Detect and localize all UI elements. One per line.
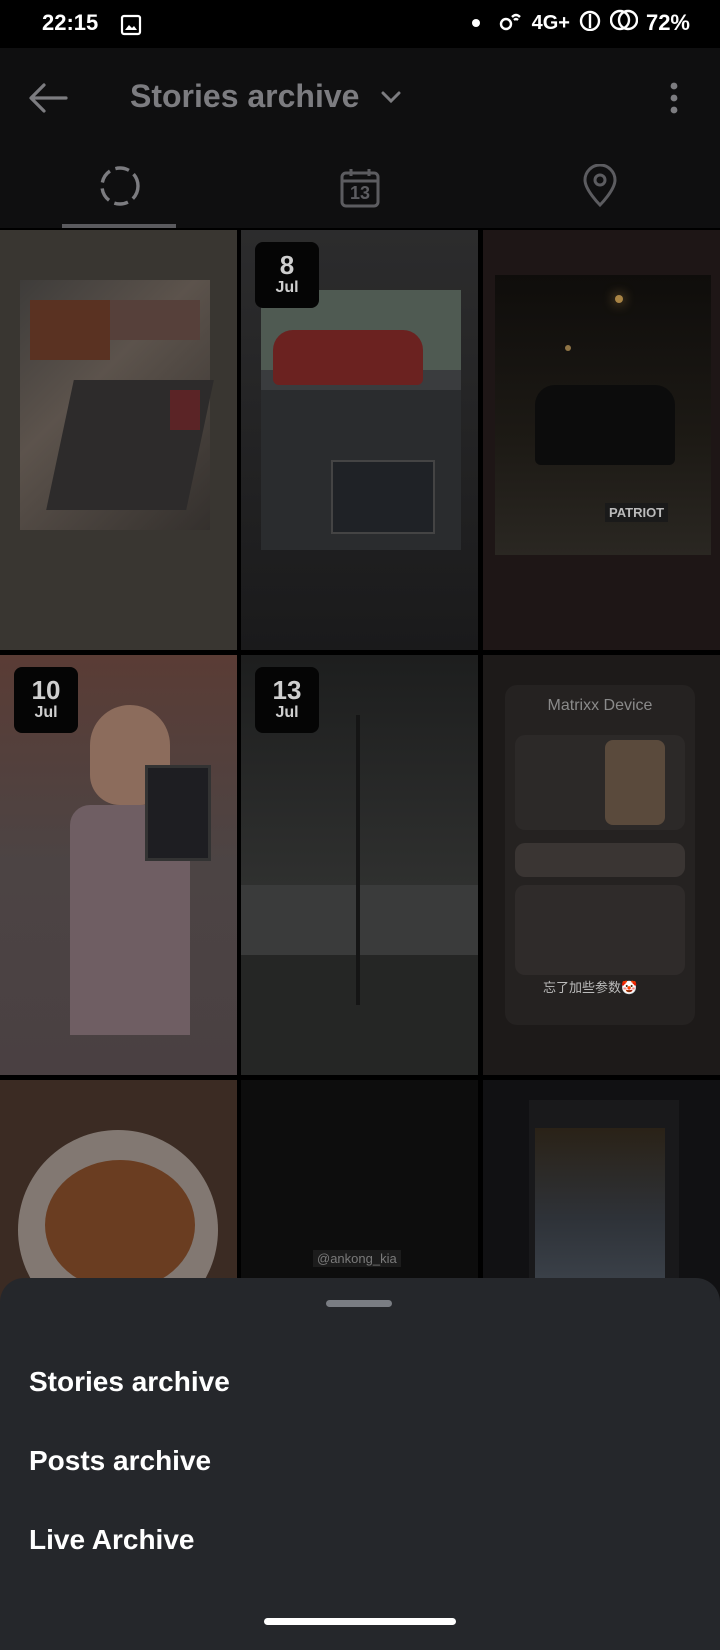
calendar-day: 13 — [349, 183, 371, 203]
tile-caption: @ankong_kia — [313, 1250, 401, 1267]
tile-caption: PATRIOT — [605, 503, 669, 522]
dual-sim-icon — [609, 9, 639, 37]
circle-dashed-icon — [98, 164, 142, 213]
story-tile[interactable]: 8 Jul — [241, 230, 478, 650]
tile-caption: 忘了加些参数🤡 — [543, 980, 638, 995]
badge-day: 13 — [272, 675, 302, 705]
home-gesture-pill[interactable] — [264, 1618, 456, 1625]
archive-tabs: 13 — [0, 148, 720, 228]
app-bar: Stories archive — [0, 48, 720, 148]
signal-icon — [578, 9, 602, 37]
tab-stories[interactable] — [0, 148, 240, 228]
story-tile[interactable] — [0, 230, 237, 650]
gallery-notification-icon — [120, 14, 142, 42]
battery-percent: 72% — [645, 10, 690, 35]
tab-map[interactable] — [480, 148, 720, 228]
wifi-calling-icon — [498, 9, 524, 37]
story-date-badge: 8 Jul — [255, 242, 319, 308]
calendar-icon: 13 — [338, 166, 382, 210]
menu-item-posts-archive[interactable]: Posts archive — [29, 1445, 211, 1477]
badge-month: Jul — [275, 279, 299, 296]
story-date-badge: 13 Jul — [255, 667, 319, 733]
tab-calendar[interactable]: 13 — [240, 148, 480, 228]
location-pin-icon — [580, 163, 620, 213]
story-tile[interactable]: 13 Jul — [241, 655, 478, 1075]
archive-type-sheet: Stories archive Posts archive Live Archi… — [0, 1278, 720, 1608]
status-bar: 22:15 4G+ 72% — [0, 0, 720, 48]
story-tile[interactable]: Matrixx Device 忘了加些参数🤡 — [483, 655, 720, 1075]
story-date-badge: 10 Jul — [14, 667, 78, 733]
sheet-drag-handle[interactable] — [326, 1300, 392, 1307]
story-tile[interactable]: PATRIOT — [483, 230, 720, 650]
badge-month: Jul — [34, 704, 58, 721]
network-type: 4G+ — [531, 11, 570, 34]
page-title[interactable]: Stories archive — [130, 78, 359, 115]
menu-item-live-archive[interactable]: Live Archive — [29, 1524, 194, 1556]
back-arrow-icon[interactable] — [26, 78, 70, 123]
chevron-down-icon[interactable] — [380, 90, 402, 109]
story-tile[interactable]: 10 Jul — [0, 655, 237, 1075]
menu-item-stories-archive[interactable]: Stories archive — [29, 1366, 230, 1398]
notification-dot-icon — [471, 19, 480, 27]
badge-month: Jul — [275, 704, 299, 721]
stories-grid: 8 Jul PATRIOT 10 Jul 13 Jul Matrixx Devi… — [0, 230, 720, 1500]
more-options-icon[interactable] — [670, 82, 678, 119]
badge-day: 8 — [279, 250, 295, 280]
active-tab-indicator — [62, 224, 176, 228]
tile-title: Matrixx Device — [547, 697, 653, 714]
system-nav-bar — [0, 1608, 720, 1650]
status-time: 22:15 — [42, 10, 99, 35]
badge-day: 10 — [31, 675, 61, 705]
